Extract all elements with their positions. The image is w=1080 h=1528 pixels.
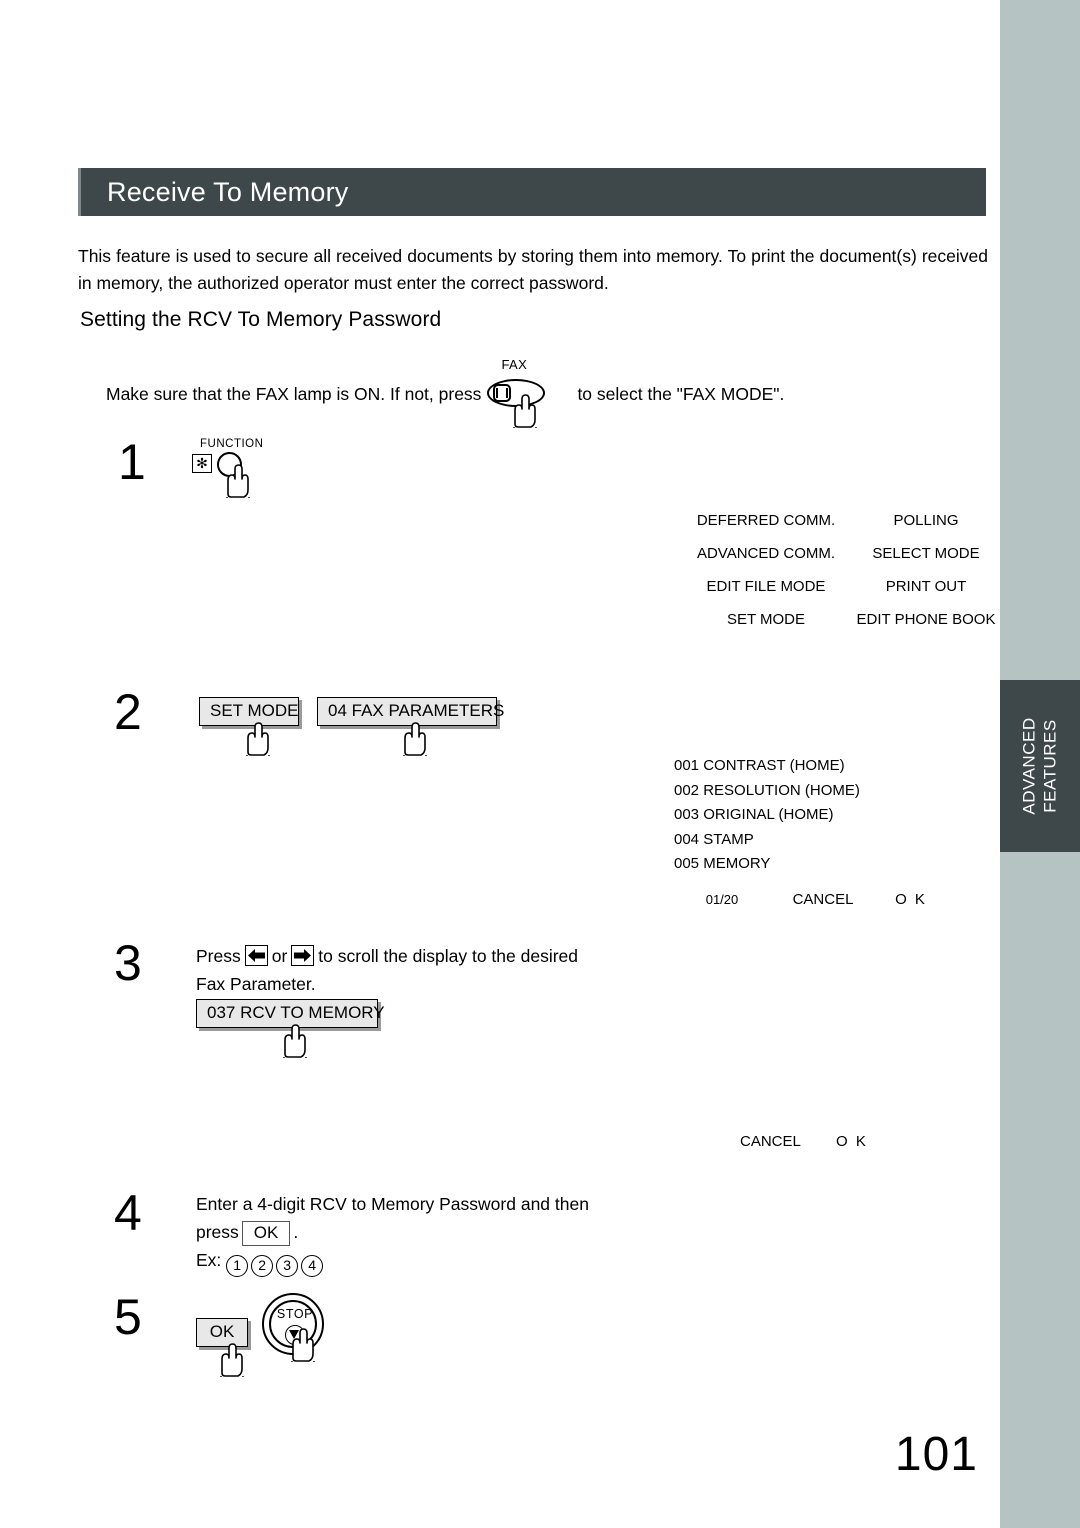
lcd-fax-parameters-footer: 01/20 CANCEL O K (674, 891, 946, 908)
lcd-password-entry: CANCEL O K (740, 1133, 906, 1150)
lcd-menu-item[interactable]: SET MODE (686, 611, 846, 628)
hand-pointer-icon (285, 1328, 315, 1362)
ok-key-label[interactable]: OK (241, 1221, 291, 1246)
hand-pointer-icon (277, 1024, 307, 1058)
step-5-number: 5 (114, 1289, 142, 1345)
section-thumb-tab: ADVANCED FEATURES (1000, 680, 1080, 852)
step-3-text-after: to scroll the display to the desired (318, 946, 579, 966)
keypad-digit-1[interactable]: 1 (226, 1255, 249, 1277)
thumb-tab-line-1: ADVANCED (1020, 717, 1040, 815)
step-3-text-middle: or (271, 946, 288, 966)
step-4-press-text: press (196, 1222, 239, 1242)
hand-pointer-icon (214, 1343, 244, 1377)
step-4-line-1: Enter a 4-digit RCV to Memory Password a… (196, 1194, 589, 1214)
lcd-menu-item[interactable]: EDIT PHONE BOOK (846, 611, 1006, 628)
fax-mode-text-before: Make sure that the FAX lamp is ON. If no… (106, 383, 482, 404)
step-3-text-before: Press (196, 946, 241, 966)
step-1-number: 1 (118, 434, 146, 490)
thumb-tab-label: ADVANCED FEATURES (1019, 717, 1061, 814)
lcd-menu-item[interactable]: SELECT MODE (846, 545, 1006, 562)
lcd-fax-parameters: 001 CONTRAST (HOME) 002 RESOLUTION (HOME… (674, 754, 946, 908)
hand-pointer-icon (220, 464, 250, 498)
step-4-number: 4 (114, 1185, 142, 1241)
lcd-list-item[interactable]: 005 MEMORY (674, 852, 946, 877)
lcd-list-item[interactable]: 004 STAMP (674, 828, 946, 853)
lcd-password-entry-footer: CANCEL O K (740, 1133, 906, 1150)
step-3-instruction: Press or to scroll the display to the desi… (196, 942, 626, 998)
lcd-fax-parameter-list: 001 CONTRAST (HOME) 002 RESOLUTION (HOME… (674, 754, 946, 877)
lcd-menu-item[interactable]: ADVANCED COMM. (686, 545, 846, 562)
function-key-group[interactable]: FUNCTION ✻ (192, 438, 272, 498)
page-indicator: 01/20 (705, 891, 739, 907)
lcd-menu-item[interactable]: PRINT OUT (846, 578, 1006, 595)
fax-key-icon[interactable]: FAX (487, 357, 549, 428)
cancel-button[interactable]: CANCEL (740, 1133, 836, 1150)
lcd-function-menu-grid: DEFERRED COMM. POLLING ADVANCED COMM. SE… (686, 512, 1006, 628)
subheading: Setting the RCV To Memory Password (80, 308, 442, 331)
step-4-period: . (293, 1222, 299, 1242)
thumb-tab-line-2: FEATURES (1041, 719, 1061, 813)
step-3-text-line2: Fax Parameter. (196, 974, 316, 994)
stop-key-label: STOP (276, 1307, 314, 1321)
lcd-menu-item[interactable]: DEFERRED COMM. (686, 512, 846, 529)
keypad-digit-4[interactable]: 4 (301, 1255, 324, 1277)
section-header-bar: Receive To Memory (78, 168, 986, 216)
lcd-list-item[interactable]: 003 ORIGINAL (HOME) (674, 803, 946, 828)
cancel-button[interactable]: CANCEL (770, 891, 876, 908)
keypad-digit-2[interactable]: 2 (251, 1255, 274, 1277)
fax-mode-instruction: Make sure that the FAX lamp is ON. If no… (106, 357, 785, 428)
intro-paragraph: This feature is used to secure all recei… (78, 246, 988, 293)
fax-mode-text-after: to select the "FAX MODE". (577, 383, 785, 404)
fax-key-label: FAX (501, 357, 528, 372)
hand-pointer-icon (507, 394, 538, 428)
step-2-number: 2 (114, 684, 142, 740)
ok-button[interactable]: O K (876, 891, 946, 908)
page-title: Receive To Memory (107, 176, 349, 207)
arrow-left-icon[interactable] (244, 945, 268, 966)
step-4-example: Ex: 1234 (196, 1246, 636, 1277)
keypad-digit-3[interactable]: 3 (276, 1255, 299, 1277)
lcd-list-item[interactable]: 002 RESOLUTION (HOME) (674, 779, 946, 804)
lcd-function-menu: DEFERRED COMM. POLLING ADVANCED COMM. SE… (686, 512, 1006, 628)
lcd-menu-item[interactable]: POLLING (846, 512, 1006, 529)
hand-pointer-icon (240, 722, 270, 756)
lcd-list-item[interactable]: 001 CONTRAST (HOME) (674, 754, 946, 779)
ok-button[interactable]: O K (836, 1133, 906, 1150)
example-label: Ex: (196, 1250, 222, 1270)
hand-pointer-icon (397, 722, 427, 756)
step-3-number: 3 (114, 935, 142, 991)
page-number: 101 (894, 1428, 978, 1481)
asterisk-key-icon[interactable]: ✻ (192, 454, 212, 473)
step-4-instruction: Enter a 4-digit RCV to Memory Password a… (196, 1190, 636, 1277)
step-4-line-2: press OK. (196, 1218, 636, 1246)
lcd-menu-item[interactable]: EDIT FILE MODE (686, 578, 846, 595)
arrow-right-icon[interactable] (291, 945, 315, 966)
function-key-label: FUNCTION (200, 438, 264, 450)
